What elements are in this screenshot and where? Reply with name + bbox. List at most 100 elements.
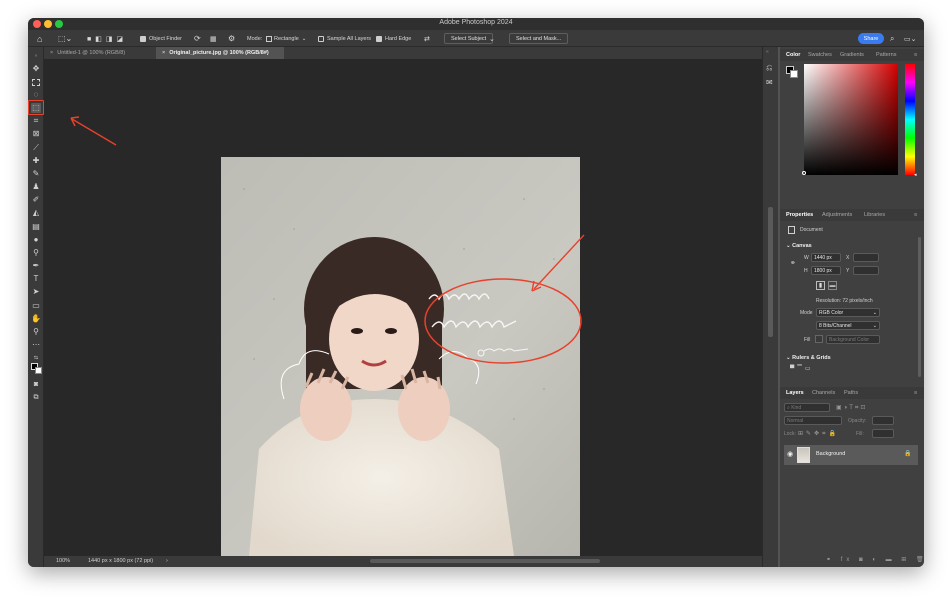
fill-color-swatch[interactable] (815, 335, 823, 343)
workspace-icon[interactable]: ▭⌄ (904, 30, 916, 47)
panel-menu-icon[interactable]: ≡ (914, 212, 917, 218)
dodge-tool-icon[interactable]: ⚲ (31, 248, 41, 258)
horizontal-scrollbar[interactable] (370, 559, 600, 563)
background-color-chip[interactable] (790, 70, 798, 78)
tab-color[interactable]: Color (786, 52, 800, 58)
tab-untitled-1[interactable]: × Untitled-1 @ 100% (RGB/8) (44, 47, 156, 59)
sample-all-layers-checkbox[interactable]: Sample All Layers (318, 30, 371, 47)
selection-mode-icons[interactable]: ■◧◨◪ (87, 30, 127, 47)
color-picker-field[interactable] (804, 64, 898, 175)
auto-enhance-icon[interactable]: ⇄ (424, 30, 430, 47)
marquee-tool-icon[interactable] (31, 77, 41, 87)
y-field[interactable] (853, 266, 879, 275)
link-dimensions-icon[interactable]: ⚭ (790, 259, 796, 267)
status-expand-icon[interactable]: › (166, 558, 168, 564)
healing-brush-tool-icon[interactable]: ✚ (31, 156, 41, 166)
fill-select[interactable]: Background Color (826, 335, 880, 344)
portrait-orientation-icon[interactable]: ▮ (816, 281, 825, 290)
zoom-level[interactable]: 100% (56, 558, 70, 564)
more-tools-icon[interactable]: ⋯ (31, 340, 41, 350)
tab-properties[interactable]: Properties (786, 212, 813, 218)
tab-layers[interactable]: Layers (786, 390, 804, 396)
history-panel-icon[interactable]: ⎌ (766, 63, 772, 73)
crop-tool-icon[interactable]: ⌗ (31, 116, 41, 126)
canvas-workspace[interactable] (44, 59, 762, 556)
height-field[interactable]: 1800 px (811, 266, 841, 275)
show-objects-icon[interactable]: ▦ (210, 30, 217, 47)
history-brush-tool-icon[interactable]: ✐ (31, 195, 41, 205)
type-tool-icon[interactable]: T (31, 274, 41, 284)
collapse-tools-icon[interactable]: » (31, 51, 41, 61)
blur-tool-icon[interactable]: ● (31, 235, 41, 245)
opacity-field[interactable] (872, 416, 894, 425)
hue-slider-handle[interactable]: ◂ (914, 172, 917, 178)
search-icon[interactable]: ⌕ (890, 30, 894, 47)
ruler-grid-icons[interactable]: ▀▔▭ (790, 365, 814, 372)
home-icon[interactable]: ⌂ (37, 30, 42, 47)
tab-libraries[interactable]: Libraries (864, 212, 885, 218)
landscape-orientation-icon[interactable]: ▬ (828, 281, 837, 290)
select-subject-dropdown-icon[interactable]: ⌄ (489, 30, 495, 47)
move-tool-icon[interactable]: ✥ (31, 64, 41, 74)
color-picker-cursor[interactable] (802, 171, 806, 175)
swap-colors-icon[interactable]: ⇆ (31, 353, 41, 363)
hue-slider[interactable] (905, 64, 915, 175)
tab-swatches[interactable]: Swatches (808, 52, 832, 58)
eyedropper-tool-icon[interactable]: ⟋ (31, 143, 41, 153)
canvas-section-header[interactable]: ⌄ Canvas (786, 243, 812, 249)
tab-adjustments[interactable]: Adjustments (822, 212, 852, 218)
panel-icon-strip: « ⎌ ✉ (762, 47, 778, 567)
select-subject-button[interactable]: Select Subject (444, 33, 494, 44)
path-selection-tool-icon[interactable]: ➤ (31, 287, 41, 297)
properties-scrollbar[interactable] (918, 237, 921, 377)
select-and-mask-button[interactable]: Select and Mask... (509, 33, 569, 44)
x-field[interactable] (853, 253, 879, 262)
eraser-tool-icon[interactable]: ◭ (31, 208, 41, 218)
background-color-swatch[interactable] (35, 367, 42, 374)
layer-name[interactable]: Background (816, 451, 845, 457)
pen-tool-icon[interactable]: ✒ (31, 261, 41, 271)
lasso-tool-icon[interactable]: ◌ (31, 90, 41, 100)
bit-depth-select[interactable]: 8 Bits/Channel ⌄ (816, 321, 880, 330)
screen-mode-icon[interactable]: ⧉ (31, 392, 41, 402)
mode-label: Mode: (247, 35, 263, 42)
layer-row-background[interactable]: ◉ Background 🔒 (784, 445, 918, 465)
layer-filter-kind[interactable]: ⌕ Kind (784, 403, 830, 412)
lock-icons[interactable]: ⊞✎✥⌗🔒 (798, 430, 839, 438)
mode-select[interactable]: RGB Color ⌄ (816, 308, 880, 317)
status-bar: 100% 1440 px x 1800 px (72 ppi) › (44, 556, 778, 567)
gradient-tool-icon[interactable]: ▤ (31, 222, 41, 232)
tab-patterns[interactable]: Patterns (876, 52, 896, 58)
hard-edge-checkbox[interactable]: Hard Edge (376, 30, 411, 47)
tab-original-picture[interactable]: × Original_picture.jpg @ 100% (RGB/8#) (156, 47, 284, 59)
brush-tool-icon[interactable]: ✎ (31, 169, 41, 179)
vertical-scrollbar[interactable] (768, 207, 773, 337)
hand-tool-icon[interactable]: ✋ (31, 314, 41, 324)
zoom-tool-icon[interactable]: ⚲ (31, 327, 41, 337)
tab-channels[interactable]: Channels (812, 390, 835, 396)
frame-tool-icon[interactable]: ⊠ (31, 129, 41, 139)
layers-bottom-icons[interactable]: ⚭ fx ◙ ◐ ▬ ⊞ 🗑 (826, 556, 924, 563)
layer-filter-icons[interactable]: ▣◑T⌗⊡ (836, 404, 867, 412)
mode-select[interactable]: Rectangle ⌄ (266, 30, 306, 47)
collapse-strip-icon[interactable]: « (766, 49, 769, 55)
panel-menu-icon[interactable]: ≡ (914, 390, 917, 396)
comments-panel-icon[interactable]: ✉ (766, 78, 773, 87)
layer-fill-field[interactable] (872, 429, 894, 438)
panel-menu-icon[interactable]: ≡ (914, 52, 917, 58)
object-selection-tool-preset-icon[interactable]: ⬚⌄ (58, 30, 72, 47)
refresh-icon[interactable]: ⟳ (194, 30, 201, 47)
tab-paths[interactable]: Paths (844, 390, 858, 396)
blend-mode-select[interactable]: Normal (784, 416, 842, 425)
eye-icon[interactable]: ◉ (787, 450, 793, 458)
lock-icon[interactable]: 🔒 (904, 450, 911, 457)
share-button[interactable]: Share (858, 33, 884, 44)
rulers-section-header[interactable]: ⌄ Rulers & Grids (786, 355, 831, 361)
rectangle-tool-icon[interactable]: ▭ (31, 301, 41, 311)
width-field[interactable]: 1440 px (811, 253, 841, 262)
clone-stamp-tool-icon[interactable]: ♟ (31, 182, 41, 192)
quick-mask-icon[interactable]: ◙ (31, 379, 41, 389)
tab-gradients[interactable]: Gradients (840, 52, 864, 58)
object-finder-checkbox[interactable]: Object Finder (140, 30, 182, 47)
gear-icon[interactable]: ⚙ (228, 30, 235, 47)
